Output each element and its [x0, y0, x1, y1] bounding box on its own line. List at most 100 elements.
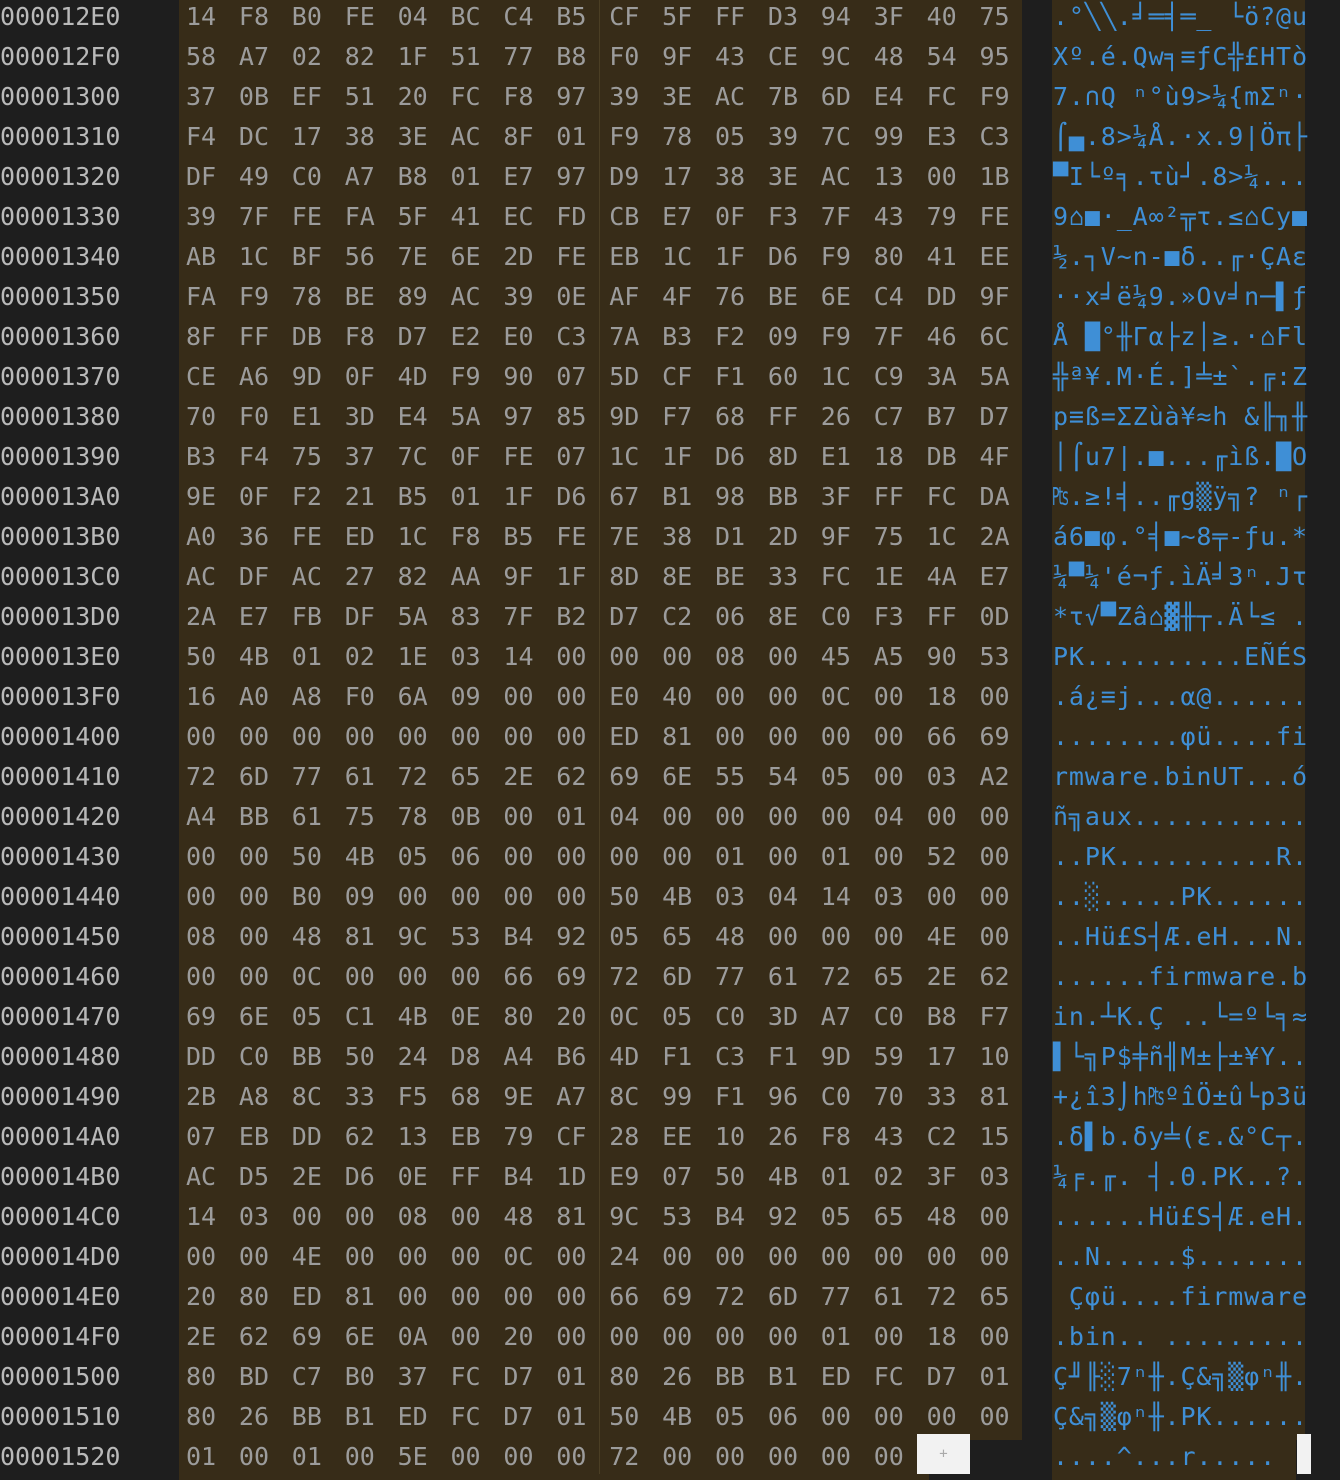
hex-byte[interactable]: 62 [239, 1320, 269, 1360]
hex-byte[interactable]: A2 [980, 760, 1010, 800]
hex-byte[interactable]: 81 [345, 920, 375, 960]
hex-byte[interactable]: 65 [662, 920, 692, 960]
hex-byte[interactable]: A0 [186, 520, 216, 560]
hex-byte[interactable]: F3 [874, 600, 904, 640]
hex-byte[interactable]: 0F [451, 440, 481, 480]
hex-byte[interactable]: FE [292, 520, 322, 560]
hex-byte[interactable]: F5 [398, 1080, 428, 1120]
hex-byte[interactable]: 00 [715, 800, 745, 840]
hex-byte[interactable]: C2 [927, 1120, 957, 1160]
hex-byte[interactable]: 2A [186, 600, 216, 640]
hex-byte[interactable]: B1 [662, 480, 692, 520]
hex-byte[interactable]: ED [398, 1400, 428, 1440]
hex-byte[interactable]: 00 [715, 680, 745, 720]
hex-byte[interactable]: 00 [715, 1440, 745, 1480]
hex-byte[interactable]: A4 [503, 1040, 533, 1080]
hex-byte[interactable]: 0F [345, 360, 375, 400]
ascii-text[interactable]: ñ╗aux........... [1053, 800, 1308, 840]
hex-byte[interactable]: 00 [874, 920, 904, 960]
hex-byte[interactable]: E4 [398, 400, 428, 440]
hex-byte[interactable]: 62 [556, 760, 586, 800]
hex-byte[interactable]: 53 [980, 640, 1010, 680]
hex-byte[interactable]: 00 [980, 840, 1010, 880]
hex-byte[interactable]: 00 [239, 880, 269, 920]
hex-byte[interactable]: 69 [609, 760, 639, 800]
hex-row[interactable]: 000013C0 AC DF AC 27 82 AA 9F 1F 8D 8E BE 33 FC 1E 4A E7… [0, 560, 1340, 600]
hex-byte[interactable]: 00 [556, 1280, 586, 1320]
hex-byte[interactable]: 24 [398, 1040, 428, 1080]
hex-byte[interactable]: 2E [292, 1160, 322, 1200]
hex-byte[interactable]: 00 [874, 1440, 904, 1480]
hex-byte[interactable]: C0 [715, 1000, 745, 1040]
hex-byte[interactable]: FA [345, 200, 375, 240]
hex-byte[interactable]: FD [556, 200, 586, 240]
hex-byte[interactable]: 28 [609, 1120, 639, 1160]
hex-byte[interactable]: 00 [768, 1320, 798, 1360]
hex-byte[interactable]: 05 [715, 1400, 745, 1440]
hex-byte[interactable]: 92 [768, 1200, 798, 1240]
ascii-text[interactable]: +¿î3⌡h₧ºîÖ±û└p3ü [1053, 1080, 1308, 1120]
hex-byte[interactable]: 00 [874, 760, 904, 800]
hex-byte[interactable]: 00 [503, 680, 533, 720]
hex-byte[interactable]: B1 [345, 1400, 375, 1440]
ascii-text[interactable]: .bin.. ......... [1053, 1320, 1308, 1360]
ascii-text[interactable]: Çφü....firmware [1053, 1280, 1308, 1320]
hex-byte[interactable]: 81 [556, 1200, 586, 1240]
hex-byte[interactable]: 00 [768, 1240, 798, 1280]
hex-byte[interactable]: FF [874, 480, 904, 520]
hex-byte[interactable]: 00 [398, 720, 428, 760]
hex-byte[interactable]: 67 [609, 480, 639, 520]
hex-byte[interactable]: 66 [609, 1280, 639, 1320]
ascii-text[interactable]: ......Hü£S┤Æ.eH. [1053, 1200, 1308, 1240]
hex-byte[interactable]: 92 [556, 920, 586, 960]
hex-byte[interactable]: 01 [292, 1440, 322, 1480]
hex-byte[interactable]: E7 [503, 160, 533, 200]
hex-byte[interactable]: E3 [927, 120, 957, 160]
hex-byte[interactable]: 9E [186, 480, 216, 520]
hex-byte[interactable]: 00 [874, 840, 904, 880]
hex-byte[interactable]: 0F [715, 200, 745, 240]
hex-byte[interactable]: F8 [345, 320, 375, 360]
ascii-text[interactable]: Xº.é.Qw╕≡ƒC╬£HTò [1053, 40, 1308, 80]
hex-byte[interactable]: F8 [239, 0, 269, 40]
hex-byte[interactable]: 77 [715, 960, 745, 1000]
hex-byte[interactable]: 2D [768, 520, 798, 560]
hex-byte[interactable]: 20 [556, 1000, 586, 1040]
hex-byte[interactable]: 61 [768, 960, 798, 1000]
hex-byte[interactable]: E4 [874, 80, 904, 120]
hex-row[interactable]: 000013A0 9E 0F F2 21 B5 01 1F D6 67 B1 98 BB 3F FF FC DA… [0, 480, 1340, 520]
hex-byte[interactable]: DD [186, 1040, 216, 1080]
hex-byte[interactable]: 03 [980, 1160, 1010, 1200]
hex-byte[interactable]: 17 [927, 1040, 957, 1080]
hex-byte[interactable]: 00 [980, 920, 1010, 960]
hex-byte[interactable]: F1 [715, 1080, 745, 1120]
hex-byte[interactable]: C0 [821, 600, 851, 640]
hex-byte[interactable]: F2 [292, 480, 322, 520]
hex-byte[interactable]: 00 [768, 1440, 798, 1480]
hex-byte[interactable]: B8 [398, 160, 428, 200]
hex-byte[interactable]: 5A [451, 400, 481, 440]
hex-byte[interactable]: A7 [821, 1000, 851, 1040]
hex-byte[interactable]: 9C [609, 1200, 639, 1240]
hex-byte[interactable]: DB [292, 320, 322, 360]
hex-byte[interactable]: 4B [398, 1000, 428, 1040]
hex-row[interactable]: 000014D0 00 00 4E 00 00 00 0C 00 24 00 00 00 00 00 00 00… [0, 1240, 1340, 1280]
hex-byte[interactable]: 6E [345, 1320, 375, 1360]
ascii-text[interactable]: ▀I└º╕.τù┘.8>¼... [1053, 160, 1308, 200]
hex-byte[interactable]: 00 [345, 1240, 375, 1280]
hex-byte[interactable]: 00 [609, 1320, 639, 1360]
hex-byte[interactable]: E0 [609, 680, 639, 720]
hex-byte[interactable]: 00 [874, 1240, 904, 1280]
hex-row[interactable]: 00001460 00 00 0C 00 00 00 66 69 72 6D 77 61 72 65 2E 62… [0, 960, 1340, 1000]
hex-byte[interactable]: 72 [609, 960, 639, 1000]
hex-byte[interactable]: 00 [556, 640, 586, 680]
ascii-text[interactable]: ₧.≥!╡..╓g▒ÿ╗? ⁿ┌ [1053, 480, 1308, 520]
hex-byte[interactable]: 7C [821, 120, 851, 160]
hex-byte[interactable]: 2E [186, 1320, 216, 1360]
hex-byte[interactable]: AC [292, 560, 322, 600]
hex-byte[interactable]: B5 [556, 0, 586, 40]
hex-byte[interactable]: 2E [927, 960, 957, 1000]
hex-byte[interactable]: AC [821, 160, 851, 200]
ascii-text[interactable]: ..PK..........R. [1053, 840, 1308, 880]
hex-byte[interactable]: 99 [662, 1080, 692, 1120]
